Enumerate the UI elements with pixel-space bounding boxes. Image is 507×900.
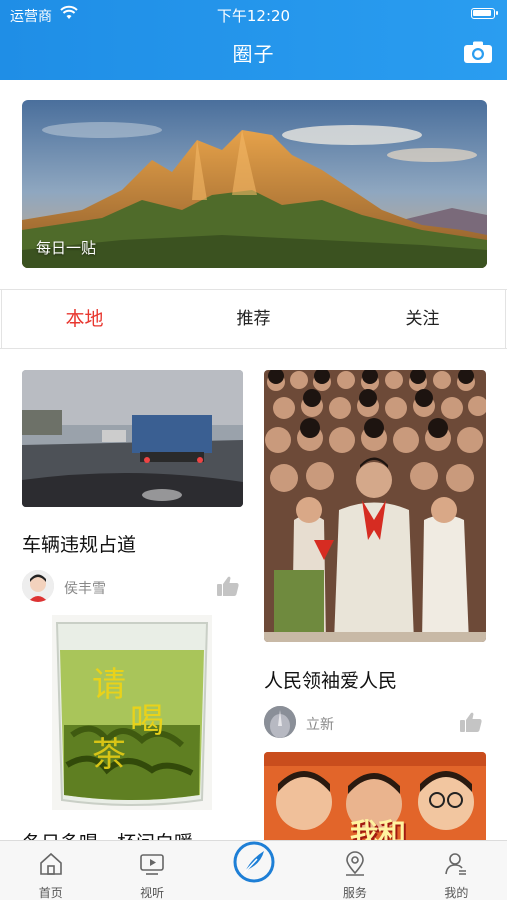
post-image-traffic[interactable] — [22, 370, 243, 507]
post-image-tea[interactable]: 请 喝 茶 — [52, 615, 212, 810]
tab-label: 首页 — [38, 886, 63, 900]
banner-caption: 每日一贴 — [36, 239, 97, 257]
tab-recommended[interactable]: 推荐 — [169, 290, 338, 348]
camera-icon[interactable] — [463, 40, 493, 64]
daily-post-banner[interactable]: 每日一贴 — [22, 100, 487, 268]
post-image-crowd[interactable] — [264, 370, 486, 642]
tab-home[interactable]: 首页 — [0, 841, 101, 900]
tab-profile[interactable]: 我的 — [406, 841, 507, 900]
center-feather-icon — [233, 841, 275, 883]
app-header: 运营商 下午12:20 圈子 — [0, 0, 507, 80]
post-image-poster[interactable]: 我和 — [264, 752, 486, 840]
location-icon — [345, 851, 364, 876]
bottom-tab-bar: 首页 视听 服务 我的 — [0, 840, 507, 900]
traffic-photo — [22, 370, 243, 507]
page-title: 圈子 — [232, 42, 275, 66]
post-title[interactable]: 车辆违规占道 — [22, 530, 136, 557]
tea-image-text: 喝 — [130, 701, 164, 741]
author-name: 侯丰雪 — [64, 581, 106, 597]
tea-image-text: 茶 — [92, 735, 126, 775]
user-icon — [445, 853, 467, 875]
avatar[interactable] — [22, 570, 54, 602]
status-time: 下午12:20 — [216, 7, 291, 25]
tab-service[interactable]: 服务 — [304, 841, 405, 900]
avatar[interactable] — [264, 706, 296, 738]
battery-icon — [471, 8, 498, 19]
feed-tabs: 本地 推荐 关注 — [0, 289, 507, 349]
status-bar: 运营商 下午12:20 — [0, 0, 507, 28]
post-title[interactable]: 冬日多喝一杯问白暖 — [22, 828, 243, 840]
tab-video[interactable]: 视听 — [101, 841, 202, 900]
video-icon — [140, 854, 164, 875]
tab-label: 我的 — [444, 886, 469, 900]
poster-title: 我和 — [350, 817, 407, 840]
tab-label: 视听 — [140, 886, 165, 900]
home-icon — [39, 852, 62, 875]
thumbs-up-icon[interactable] — [459, 711, 483, 733]
tab-following[interactable]: 关注 — [338, 290, 507, 348]
tab-label: 服务 — [342, 886, 367, 900]
author-name: 立新 — [306, 717, 334, 733]
tab-local[interactable]: 本地 — [0, 290, 169, 348]
tea-image-text: 请 — [92, 665, 126, 705]
crowd-photo — [264, 370, 486, 642]
thumbs-up-icon[interactable] — [216, 575, 240, 597]
post-title[interactable]: 人民领袖爱人民 — [264, 666, 397, 693]
tab-center[interactable] — [203, 841, 304, 900]
